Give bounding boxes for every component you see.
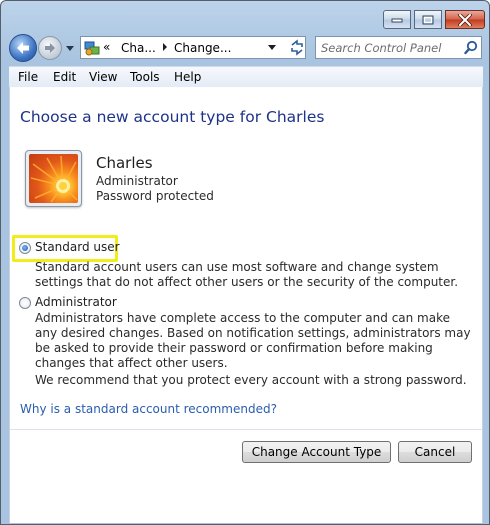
menu-bar: File Edit View Tools Help xyxy=(9,66,483,87)
maximize-icon xyxy=(422,15,434,24)
menu-file[interactable]: File xyxy=(18,70,38,84)
menu-help[interactable]: Help xyxy=(174,70,201,84)
address-bar[interactable]: « Cha... Change... xyxy=(80,36,306,59)
menu-tools[interactable]: Tools xyxy=(130,70,160,84)
minimize-icon xyxy=(391,18,403,22)
user-account-type: Administrator xyxy=(96,174,178,188)
administrator-description: Administrators have complete access to t… xyxy=(35,311,471,370)
user-password-status: Password protected xyxy=(96,189,214,203)
close-button[interactable] xyxy=(445,10,485,29)
standard-user-description: Standard account users can use most soft… xyxy=(35,260,459,289)
maximize-button[interactable] xyxy=(414,10,442,29)
flower-image xyxy=(30,155,78,203)
administrator-radio[interactable] xyxy=(19,297,31,309)
forward-button[interactable] xyxy=(38,36,62,60)
menu-view[interactable]: View xyxy=(89,70,117,84)
breadcrumb-change-account[interactable]: Change... xyxy=(174,41,231,55)
address-overflow-chevron[interactable]: « xyxy=(103,40,110,54)
standard-user-radio[interactable] xyxy=(19,242,31,254)
password-recommendation: We recommend that you protect every acco… xyxy=(35,373,467,387)
back-arrow-icon xyxy=(17,42,29,54)
menu-edit[interactable]: Edit xyxy=(53,70,76,84)
control-panel-window: « Cha... Change... File Edit View Tools … xyxy=(0,0,490,525)
breadcrumb-separator-icon[interactable] xyxy=(161,42,169,52)
refresh-icon[interactable] xyxy=(289,39,305,56)
cancel-button[interactable]: Cancel xyxy=(398,441,472,463)
why-standard-account-link[interactable]: Why is a standard account recommended? xyxy=(20,402,277,416)
forward-arrow-icon xyxy=(45,43,55,53)
standard-user-label[interactable]: Standard user xyxy=(35,240,120,254)
address-dropdown-icon[interactable] xyxy=(267,44,277,52)
content-pane: Choose a new account type for Charles Ch… xyxy=(9,87,483,523)
control-panel-icon xyxy=(84,41,100,56)
user-name: Charles xyxy=(96,154,153,172)
change-account-type-button[interactable]: Change Account Type xyxy=(242,441,391,463)
back-button[interactable] xyxy=(9,34,37,62)
search-box[interactable] xyxy=(315,36,482,59)
administrator-label[interactable]: Administrator xyxy=(35,295,117,309)
flower-picture xyxy=(29,154,78,203)
close-icon xyxy=(458,13,472,26)
search-input[interactable] xyxy=(317,38,460,57)
minimize-button[interactable] xyxy=(383,10,411,29)
user-picture xyxy=(25,150,82,207)
search-icon[interactable] xyxy=(464,40,478,55)
page-title: Choose a new account type for Charles xyxy=(20,108,325,126)
recent-pages-dropdown-icon[interactable] xyxy=(64,42,76,54)
breadcrumb-control-panel[interactable]: Cha... xyxy=(121,41,156,55)
divider xyxy=(10,429,482,430)
